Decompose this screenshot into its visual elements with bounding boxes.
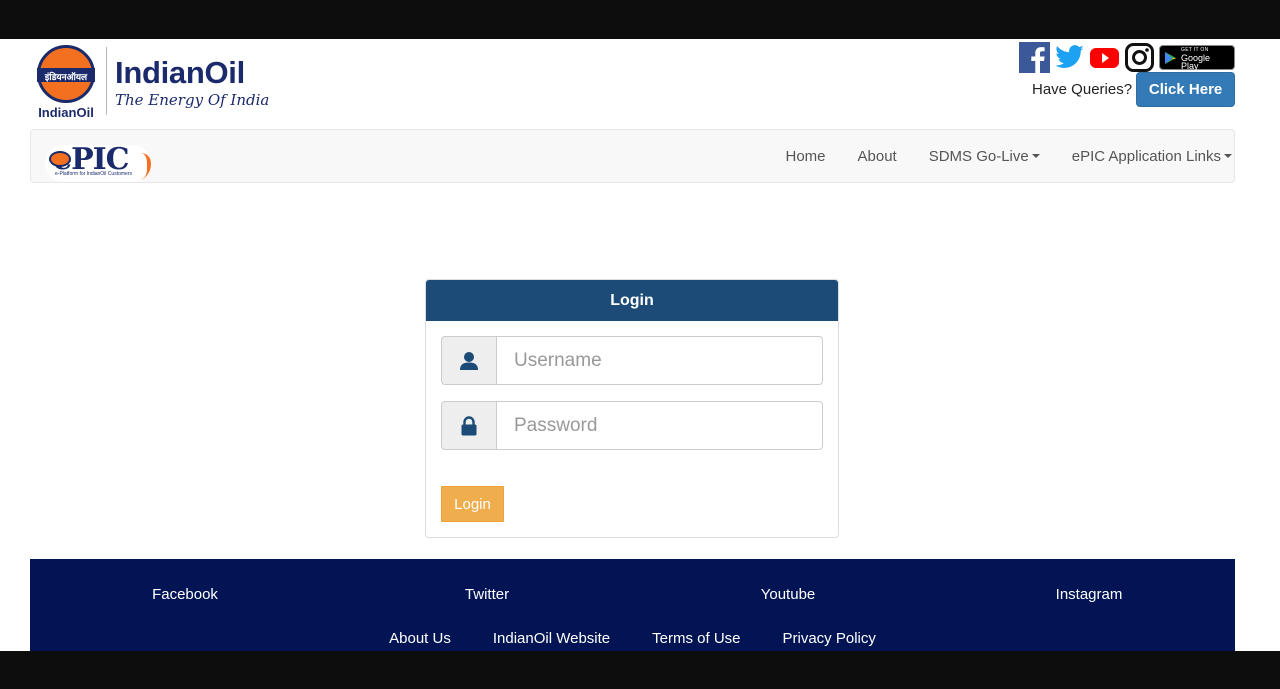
footer-terms-of-use-link[interactable]: Terms of Use <box>652 630 740 647</box>
facebook-icon[interactable] <box>1019 42 1050 73</box>
lock-icon <box>441 401 496 450</box>
queries-label: Have Queries? <box>1032 81 1133 98</box>
social-icons: GET IT ON Google Play <box>1019 42 1239 73</box>
nav-sdms-label: SDMS Go-Live <box>928 147 1029 165</box>
nav-sdms-go-live-dropdown[interactable]: SDMS Go-Live <box>913 148 1056 165</box>
brand-tagline: The Energy Of India <box>115 91 270 109</box>
seal-circle: इंडियनऑयल <box>37 45 95 103</box>
login-panel: Login Login <box>425 279 839 538</box>
nav-home[interactable]: Home <box>769 148 841 165</box>
epic-logo-swoosh <box>141 153 151 179</box>
google-play-text: GET IT ON Google Play <box>1181 46 1230 71</box>
page: इंडियनऑयल IndianOil IndianOil The Energy… <box>0 39 1280 651</box>
footer-about-us-link[interactable]: About Us <box>389 630 451 647</box>
caret-down-icon <box>1224 154 1232 158</box>
letterbox-top <box>0 0 1280 39</box>
footer-youtube-link[interactable]: Youtube <box>761 586 816 603</box>
footer-twitter-link[interactable]: Twitter <box>465 586 509 603</box>
instagram-icon[interactable] <box>1124 42 1155 73</box>
brand-divider <box>106 47 107 115</box>
seal-band: इंडियनऑयल <box>37 68 95 83</box>
password-input-group <box>441 401 823 450</box>
nav-epic-application-links-dropdown[interactable]: ePIC Application Links <box>1056 148 1234 165</box>
indianoil-seal: इंडियनऑयल IndianOil <box>36 45 96 120</box>
nav-epic-links-label: ePIC Application Links <box>1071 147 1221 165</box>
epic-logo[interactable]: ePIC e-Platform for IndianOil Customers <box>45 145 151 182</box>
caret-down-icon <box>1031 154 1040 158</box>
brand-name: IndianOil <box>115 55 245 90</box>
google-play-big: Google Play <box>1181 52 1211 71</box>
google-play-badge[interactable]: GET IT ON Google Play <box>1159 45 1235 70</box>
indianoil-logo[interactable]: इंडियनऑयल IndianOil IndianOil The Energy… <box>36 45 269 121</box>
epic-logo-sub: e-Platform for IndianOil Customers <box>55 171 132 177</box>
user-icon <box>441 336 496 385</box>
username-input[interactable] <box>496 336 823 385</box>
footer-social-links: Facebook Twitter Youtube Instagram <box>30 586 1235 606</box>
nav-links: Home About SDMS Go-Live ePIC Application… <box>769 130 1234 182</box>
twitter-icon[interactable] <box>1054 42 1085 73</box>
login-button[interactable]: Login <box>441 486 504 522</box>
footer-links: About Us IndianOil Website Terms of Use … <box>30 630 1235 647</box>
nav-about-label: About <box>857 147 897 165</box>
footer-instagram-link[interactable]: Instagram <box>1056 586 1123 603</box>
footer: Facebook Twitter Youtube Instagram About… <box>30 559 1235 651</box>
footer-facebook-link[interactable]: Facebook <box>152 586 218 603</box>
queries-row: Have Queries? Click Here <box>1032 72 1236 107</box>
navbar: ePIC e-Platform for IndianOil Customers … <box>30 129 1235 183</box>
youtube-icon[interactable] <box>1089 42 1120 73</box>
epic-logo-badge <box>49 151 71 167</box>
footer-indianoil-website-link[interactable]: IndianOil Website <box>493 630 610 647</box>
footer-privacy-policy-link[interactable]: Privacy Policy <box>783 630 876 647</box>
password-input[interactable] <box>496 401 823 450</box>
nav-about[interactable]: About <box>842 148 913 165</box>
username-input-group <box>441 336 823 385</box>
seal-text: इंडियनऑयल <box>44 73 88 83</box>
brand-text: IndianOil The Energy Of India <box>115 45 270 110</box>
letterbox-bottom <box>0 651 1280 689</box>
nav-home-label: Home <box>785 147 826 165</box>
click-here-button[interactable]: Click Here <box>1136 72 1236 107</box>
play-store-icon <box>1165 51 1176 64</box>
seal-caption: IndianOil <box>38 105 94 120</box>
login-panel-title: Login <box>426 280 838 321</box>
